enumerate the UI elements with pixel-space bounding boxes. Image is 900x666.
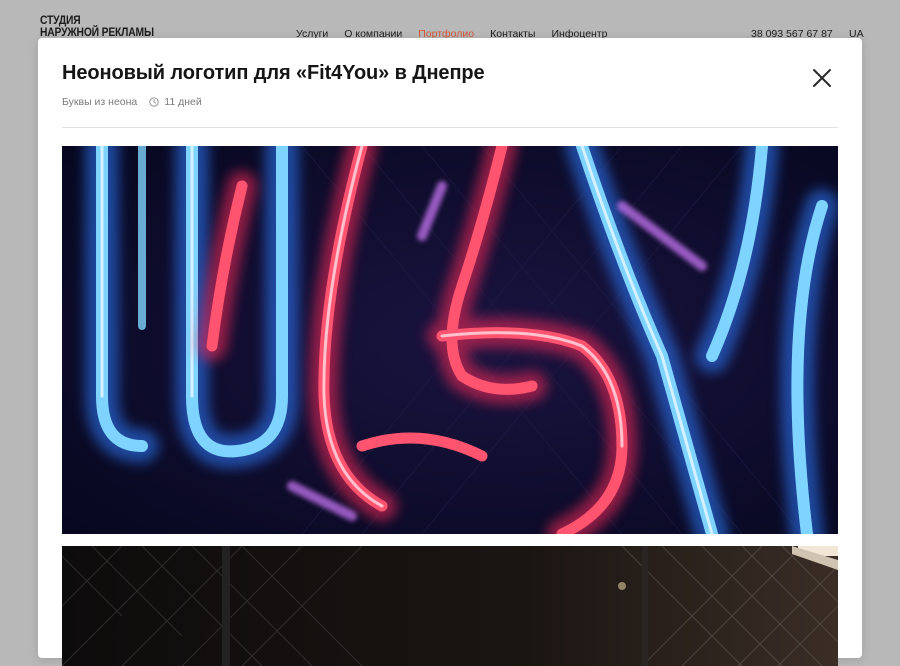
clock-icon bbox=[149, 97, 159, 107]
project-meta: Буквы из неона 11 дней bbox=[62, 96, 202, 108]
modal-title: Неоновый логотип для «Fit4You» в Днепре bbox=[62, 62, 485, 84]
interior-photo-image bbox=[62, 546, 838, 666]
close-icon[interactable] bbox=[810, 66, 834, 90]
logo-line-2: НАРУЖНОЙ РЕКЛАМЫ bbox=[40, 25, 154, 39]
site-logo[interactable]: СТУДИЯ НАРУЖНОЙ РЕКЛАМЫ bbox=[40, 14, 154, 38]
neon-photo bbox=[62, 146, 838, 534]
neon-photo-image bbox=[62, 146, 838, 534]
project-duration: 11 дней bbox=[164, 96, 202, 108]
project-category: Буквы из неона bbox=[62, 96, 138, 108]
interior-photo bbox=[62, 546, 838, 666]
divider bbox=[62, 127, 838, 128]
portfolio-modal: Неоновый логотип для «Fit4You» в Днепре … bbox=[38, 38, 862, 666]
